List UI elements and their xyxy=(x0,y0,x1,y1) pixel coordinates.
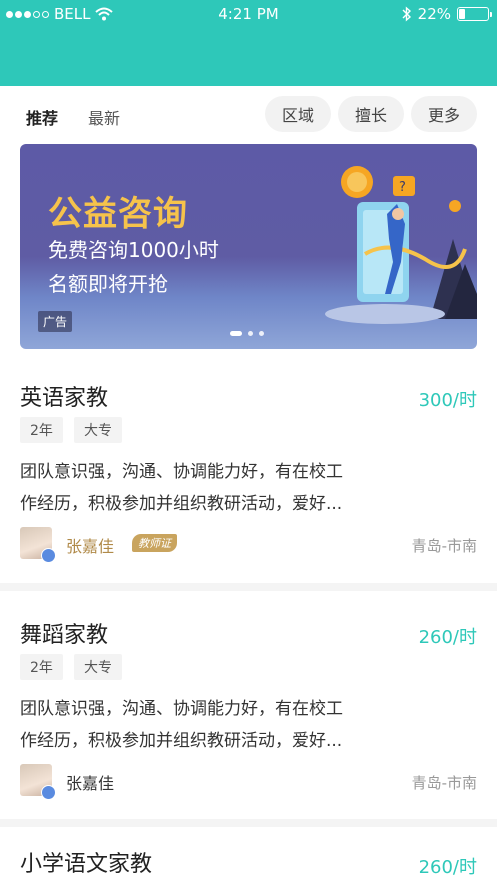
teacher-name[interactable]: 张嘉佳 xyxy=(66,533,114,557)
avatar[interactable] xyxy=(20,527,56,563)
listing-title: 小学语文家教 xyxy=(20,852,153,877)
filter-bar: 推荐 最新 区域 擅长 更多 xyxy=(0,96,497,134)
experience-tag: 2年 xyxy=(20,654,63,680)
teacher-certificate-badge: 教师证 xyxy=(132,534,177,552)
more-filter-button[interactable]: 更多 xyxy=(411,96,477,132)
listing-description: 团队意识强，沟通、协调能力好，有在校工 作经历，积极参加并组织教研活动，爱好..… xyxy=(20,456,480,520)
card-divider xyxy=(0,819,497,827)
banner-page-dot[interactable] xyxy=(248,331,253,336)
teacher-name[interactable]: 张嘉佳 xyxy=(66,770,114,794)
listing-card[interactable]: 英语家教 300/时 2年 大专 团队意识强，沟通、协调能力好，有在校工 作经历… xyxy=(0,370,497,575)
svg-text:?: ? xyxy=(399,180,406,195)
description-line-2: 作经历，积极参加并组织教研活动，爱好... xyxy=(20,494,343,514)
banner-illustration: ? xyxy=(325,166,477,324)
user-badge-icon xyxy=(41,785,56,800)
listing-price: 300/时 xyxy=(418,390,477,411)
listing-card[interactable]: 舞蹈家教 260/时 2年 大专 团队意识强，沟通、协调能力好，有在校工 作经历… xyxy=(0,607,497,812)
listing-price: 260/时 xyxy=(418,857,477,878)
bluetooth-icon xyxy=(402,6,411,22)
battery-icon xyxy=(457,7,492,21)
tab-latest[interactable]: 最新 xyxy=(88,105,120,129)
card-divider xyxy=(0,583,497,591)
listing-description: 团队意识强，沟通、协调能力好，有在校工 作经历，积极参加并组织教研活动，爱好..… xyxy=(20,693,480,757)
avatar[interactable] xyxy=(20,764,56,800)
listing-title: 英语家教 xyxy=(20,386,109,411)
banner-subtitle-1: 免费咨询1000小时 xyxy=(48,238,219,262)
ad-label: 广告 xyxy=(38,311,73,332)
battery-percent: 22% xyxy=(417,5,451,23)
region-filter-button[interactable]: 区域 xyxy=(265,96,331,132)
banner-page-dot[interactable] xyxy=(230,331,242,336)
status-bar: BELL 4:21 PM 22% xyxy=(0,0,497,28)
status-right: 22% xyxy=(402,5,492,23)
description-line-1: 团队意识强，沟通、协调能力好，有在校工 xyxy=(20,462,343,482)
listing-card[interactable]: 小学语文家教 260/时 xyxy=(0,841,497,883)
user-badge-icon xyxy=(41,548,56,563)
tab-recommend[interactable]: 推荐 xyxy=(26,105,58,129)
listing-title: 舞蹈家教 xyxy=(20,623,109,648)
banner-title: 公益咨询 xyxy=(48,194,188,234)
listing-location: 青岛-市南 xyxy=(411,537,477,555)
education-tag: 大专 xyxy=(74,654,122,680)
listing-price: 260/时 xyxy=(418,627,477,648)
main-content: 推荐 最新 区域 擅长 更多 公益咨询 免费咨询1000小时 名额即将开抢 ? … xyxy=(0,86,497,883)
promo-banner[interactable]: 公益咨询 免费咨询1000小时 名额即将开抢 ? 广告 xyxy=(20,144,477,349)
listing-location: 青岛-市南 xyxy=(411,774,477,792)
education-tag: 大专 xyxy=(74,417,122,443)
battery-level xyxy=(459,9,465,19)
description-line-2: 作经历，积极参加并组织教研活动，爱好... xyxy=(20,731,343,751)
specialty-filter-button[interactable]: 擅长 xyxy=(338,96,404,132)
banner-page-dot[interactable] xyxy=(259,331,264,336)
banner-pagination[interactable] xyxy=(230,331,264,336)
experience-tag: 2年 xyxy=(20,417,63,443)
description-line-1: 团队意识强，沟通、协调能力好，有在校工 xyxy=(20,699,343,719)
banner-subtitle-2: 名额即将开抢 xyxy=(48,272,168,296)
